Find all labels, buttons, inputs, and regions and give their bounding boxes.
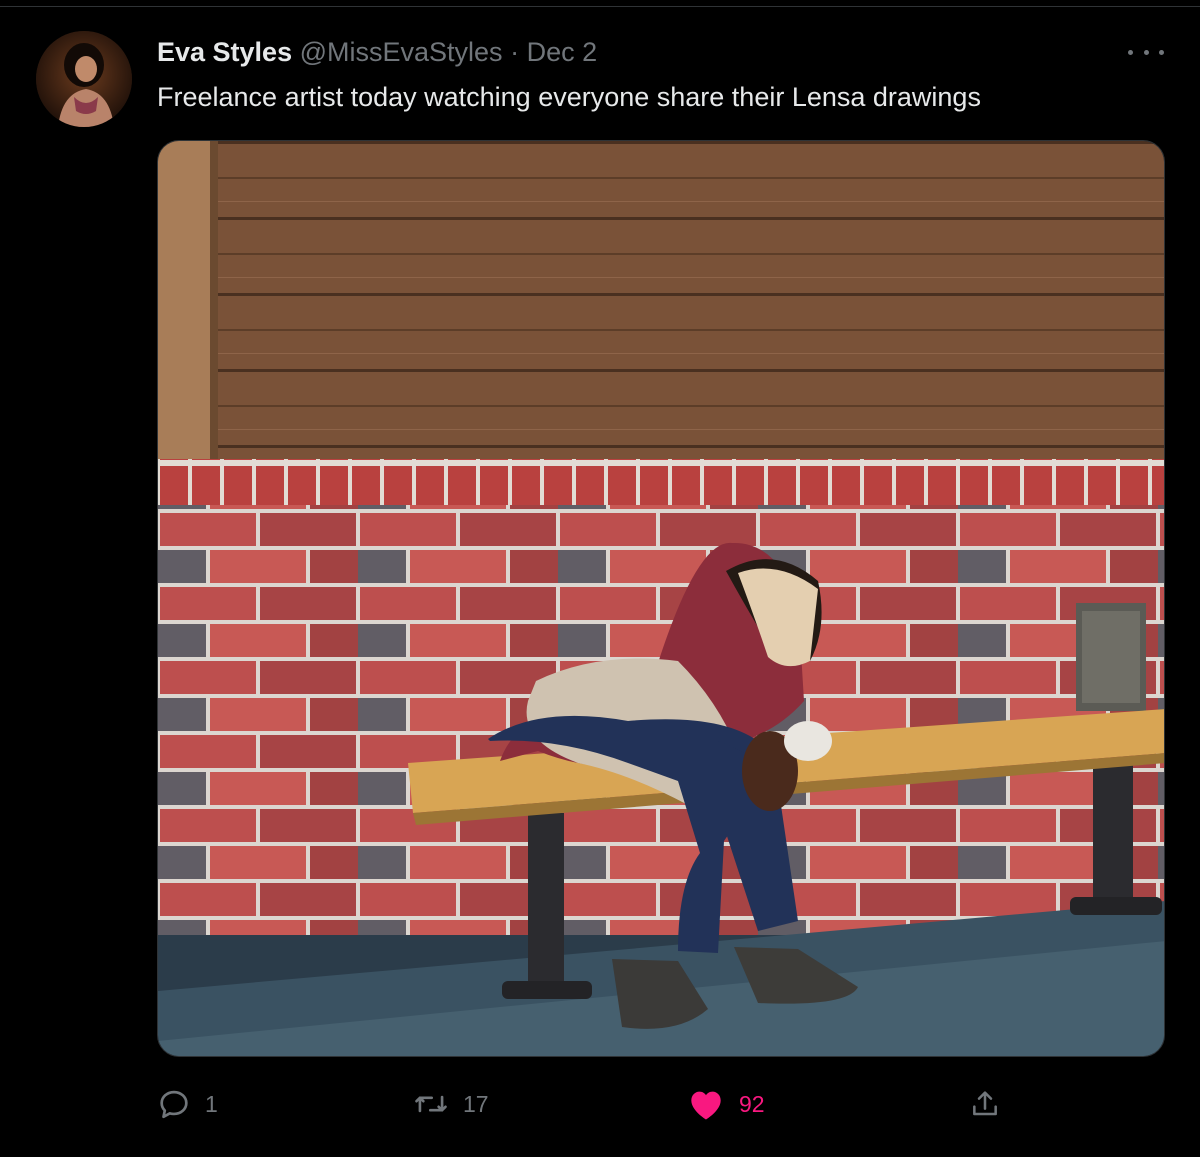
- tweet-photo[interactable]: [157, 140, 1165, 1057]
- reply-button[interactable]: 1: [157, 1082, 218, 1126]
- meta-separator: ·: [510, 37, 520, 67]
- tweet-header: Eva Styles @MissEvaStyles · Dec 2: [157, 34, 597, 70]
- share-button[interactable]: [969, 1082, 1001, 1126]
- avatar[interactable]: [36, 31, 132, 127]
- tweet-date[interactable]: Dec 2: [527, 37, 598, 67]
- retweet-button[interactable]: 17: [413, 1082, 489, 1126]
- more-horizontal-icon[interactable]: [1128, 40, 1164, 64]
- avatar-image: [36, 31, 132, 127]
- share-icon: [973, 1091, 997, 1116]
- reply-icon: [160, 1090, 188, 1119]
- tweet-actions: 1 17 92: [157, 1082, 1165, 1126]
- reply-count: 1: [205, 1090, 218, 1117]
- heart-icon: [691, 1091, 721, 1120]
- retweet-count: 17: [463, 1090, 489, 1117]
- tweet-text: Freelance artist today watching everyone…: [157, 82, 981, 112]
- top-divider: [0, 6, 1200, 7]
- author-handle[interactable]: @MissEvaStyles: [300, 37, 503, 67]
- like-count: 92: [739, 1090, 765, 1117]
- like-button[interactable]: 92: [687, 1082, 765, 1126]
- photo-illustration: [158, 141, 1164, 1056]
- author-name[interactable]: Eva Styles: [157, 37, 292, 67]
- retweet-icon: [415, 1095, 447, 1113]
